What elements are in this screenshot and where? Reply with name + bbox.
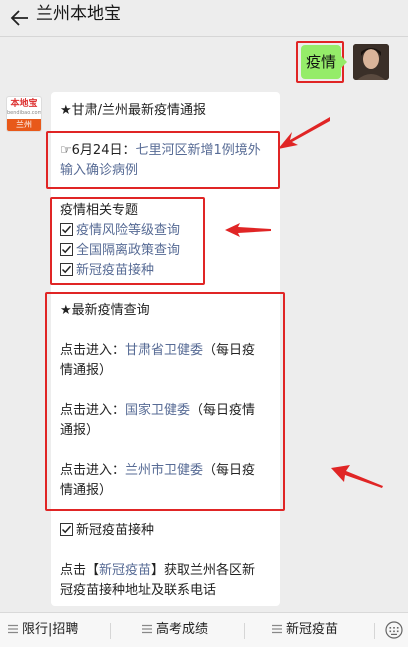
menu-separator xyxy=(244,623,245,639)
news-date: ☞6月24日： xyxy=(60,143,136,158)
annotation-arrow-icon xyxy=(331,465,383,488)
link-lanzhou-health-commission[interactable]: 兰州市卫健委 xyxy=(125,463,203,478)
query-entry-gansu: 点击进入：甘肃省卫健委（每日疫 xyxy=(60,343,256,358)
menu-tab-vaccine[interactable]: 新冠疫苗 xyxy=(272,613,338,647)
query-entry-national-line-2: 通报） xyxy=(60,423,100,438)
vaccine-title: 新冠疫苗接种 xyxy=(60,521,154,541)
link-vaccine[interactable]: 新冠疫苗 xyxy=(99,563,151,578)
topic-item-quarantine-policy[interactable]: 全国隔离政策查询 xyxy=(60,241,180,261)
news-link[interactable]: 七里河区新增1例境外 xyxy=(135,143,260,158)
keyboard-icon[interactable] xyxy=(385,621,403,639)
query-title: ★最新疫情查询 xyxy=(60,303,150,318)
topic-item-risk-level[interactable]: 疫情风险等级查询 xyxy=(60,221,180,241)
menu-separator xyxy=(374,623,375,639)
bot-logo-domain: bendibao.com xyxy=(7,110,42,116)
link-gansu-health-commission[interactable]: 甘肃省卫健委 xyxy=(125,343,203,358)
menu-icon xyxy=(142,624,152,634)
query-entry-lanzhou-line-2: 情通报） xyxy=(60,483,113,498)
bot-logo-city: 兰州 xyxy=(7,119,41,131)
topics-title: 疫情相关专题 xyxy=(60,203,139,218)
annotation-arrow-icon xyxy=(278,117,330,149)
chat-title: 兰州本地宝 xyxy=(36,4,121,24)
query-entry-national: 点击进入：国家卫健委（每日疫情 xyxy=(60,403,256,418)
checkbox-icon xyxy=(60,243,73,256)
annotation-arrow-icon xyxy=(225,223,271,237)
checkbox-icon xyxy=(60,263,73,276)
user-message-bubble[interactable]: 疫情 xyxy=(301,45,347,79)
bot-logo-text: 本地宝 xyxy=(10,99,38,109)
reply-heading: ★甘肃/兰州最新疫情通报 xyxy=(60,103,207,118)
menu-icon xyxy=(8,624,18,634)
user-avatar-image xyxy=(353,44,389,80)
checkbox-icon xyxy=(60,523,73,536)
link-national-health-commission[interactable]: 国家卫健委 xyxy=(125,403,190,418)
menu-icon xyxy=(272,624,282,634)
menu-tab-traffic-jobs[interactable]: 限行|招聘 xyxy=(8,613,78,647)
query-entry-lanzhou: 点击进入：兰州市卫健委（每日疫 xyxy=(60,463,256,478)
vaccine-line-2: 冠疫苗接种地址及联系电话 xyxy=(60,583,217,598)
query-entry-gansu-line-2: 情通报） xyxy=(60,363,113,378)
chat-header: 兰州本地宝 xyxy=(0,0,408,37)
back-arrow-icon[interactable] xyxy=(8,6,32,30)
bottom-menu-bar: 限行|招聘 高考成绩 新冠疫苗 xyxy=(0,612,408,647)
checkbox-icon xyxy=(60,223,73,236)
menu-tab-exam-scores[interactable]: 高考成绩 xyxy=(142,613,208,647)
news-link-line-2[interactable]: 输入确诊病例 xyxy=(60,161,138,181)
menu-separator xyxy=(110,623,111,639)
user-avatar[interactable] xyxy=(353,44,389,80)
news-line-1: ☞6月24日：七里河区新增1例境外 xyxy=(60,141,261,161)
bot-avatar[interactable]: 本地宝 bendibao.com 兰州 xyxy=(6,96,42,132)
topic-item-vaccination[interactable]: 新冠疫苗接种 xyxy=(60,261,154,281)
vaccine-line-1: 点击【新冠疫苗】获取兰州各区新 xyxy=(60,563,256,578)
